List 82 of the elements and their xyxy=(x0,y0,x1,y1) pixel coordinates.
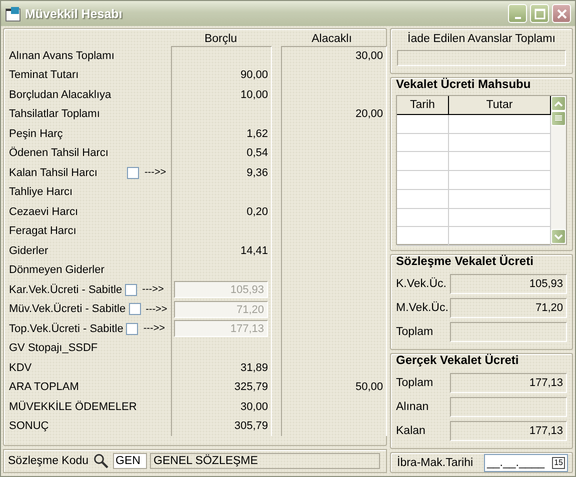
refunds-label: İade Edilen Avanslar Toplamı xyxy=(408,33,556,45)
row-label: Giderler xyxy=(9,244,48,257)
table-cell: 9,36 xyxy=(171,163,272,182)
row-label: Tahsilatlar Toplamı xyxy=(9,108,100,120)
row-label: Dönmeyen Giderler xyxy=(9,264,104,276)
scroll-thumb[interactable] xyxy=(551,111,566,126)
contract-label: Sözleşme Kodu xyxy=(8,455,89,467)
column-header[interactable]: Tarih xyxy=(397,96,449,114)
field-label: M.Vek.Üc. xyxy=(396,302,446,314)
row-label: KDV xyxy=(9,362,32,374)
row-label: GV Stopajı_SSDF xyxy=(9,342,98,354)
minimize-icon xyxy=(514,16,520,18)
group-title: Vekalet Ücreti Mahsubu xyxy=(396,77,532,92)
date-placeholder: __.__.____ xyxy=(487,456,546,469)
row-label: MÜVEKKİLE ÖDEMELER xyxy=(9,400,137,413)
field-label: Alınan xyxy=(396,401,430,414)
table-cell: 0,20 xyxy=(171,202,272,222)
table-cell: 1,62 xyxy=(171,124,272,144)
row-label: Cezaevi Harcı xyxy=(9,206,78,218)
table-cell: 10,00 xyxy=(171,85,272,104)
row-label: Feragat Harcı xyxy=(9,225,76,238)
amount-field: 105,93 xyxy=(450,274,567,294)
scroll-up-button[interactable] xyxy=(551,96,566,112)
arrow-text: --->> xyxy=(143,323,166,334)
date-field[interactable]: __.__.____ 15 xyxy=(484,454,568,472)
close-button[interactable] xyxy=(552,4,571,23)
table-cell: 30,00 xyxy=(171,397,272,416)
chevron-down-icon xyxy=(554,234,563,240)
row-label: Kar.Vek.Ücreti - Sabitle xyxy=(9,284,122,296)
column-header: Alacaklı xyxy=(310,33,353,46)
table-cell: 31,89 xyxy=(171,358,272,378)
checkbox[interactable] xyxy=(128,303,141,316)
maximize-button[interactable] xyxy=(530,4,549,23)
checkbox[interactable] xyxy=(126,322,138,335)
column-header: Borçlu xyxy=(203,33,238,46)
table-cell: 0,54 xyxy=(171,144,272,163)
field-label: K.Vek.Üc. xyxy=(396,278,446,290)
grip-icon xyxy=(555,115,562,122)
scrollbar[interactable] xyxy=(551,96,566,244)
amount-field: 177,13 xyxy=(450,421,567,442)
row-label: ARA TOPLAM xyxy=(9,381,79,394)
close-icon xyxy=(556,8,568,20)
table-cell: 325,79 xyxy=(171,378,272,397)
date-label: İbra-Mak.Tarihi xyxy=(397,456,474,469)
minimize-button[interactable] xyxy=(508,4,527,23)
row-label: Alınan Avans Toplamı xyxy=(9,50,114,62)
contract-name-field: GENEL SÖZLEŞME xyxy=(150,453,380,469)
table-cell: 305,79 xyxy=(171,416,272,436)
checkbox[interactable] xyxy=(127,166,140,179)
row-label: Teminat Tutarı xyxy=(9,69,79,82)
table-cell: 90,00 xyxy=(171,66,272,85)
scroll-down-button[interactable] xyxy=(551,229,566,244)
row-label: Müv.Vek.Ücreti - Sabitle xyxy=(9,303,126,316)
amount-field: 177,13 xyxy=(450,373,567,394)
calendar-button[interactable]: 15 xyxy=(552,456,565,469)
row-label: Kalan Tahsil Harcı xyxy=(9,166,98,179)
row-label: SONUÇ xyxy=(9,420,49,432)
chevron-up-icon xyxy=(554,100,563,107)
table-cell: 14,41 xyxy=(171,241,272,260)
field-label: Kalan xyxy=(396,425,426,438)
row-label: Borçludan Alacaklıya xyxy=(9,88,112,101)
field-label: Toplam xyxy=(396,326,434,338)
group-title: Gerçek Vekalet Ücreti xyxy=(396,353,520,368)
field-label: Toplam xyxy=(396,377,434,390)
arrow-text: --->> xyxy=(144,167,166,178)
row-label: Ödenen Tahsil Harcı xyxy=(9,147,108,160)
checkbox[interactable] xyxy=(125,284,138,296)
arrow-text: --->> xyxy=(146,304,168,315)
table-cell: 20,00 xyxy=(281,104,387,124)
table-cell: 50,00 xyxy=(281,378,387,397)
contract-code-field[interactable]: GEN xyxy=(112,453,147,469)
window-title: Müvekkil Hesabı xyxy=(25,6,122,20)
row-label: Peşin Harç xyxy=(9,128,63,140)
window-icon xyxy=(5,6,21,22)
group-title: Sözleşme Vekalet Ücreti xyxy=(396,254,534,268)
table-cell: 30,00 xyxy=(281,46,387,66)
row-label: Tahliye Harcı xyxy=(9,186,73,198)
search-icon[interactable] xyxy=(92,453,109,469)
arrow-text: --->> xyxy=(142,284,164,296)
maximize-icon xyxy=(534,8,546,20)
row-label: Top.Vek.Ücreti - Sabitle xyxy=(9,322,124,335)
amount-field: 71,20 xyxy=(450,298,567,318)
